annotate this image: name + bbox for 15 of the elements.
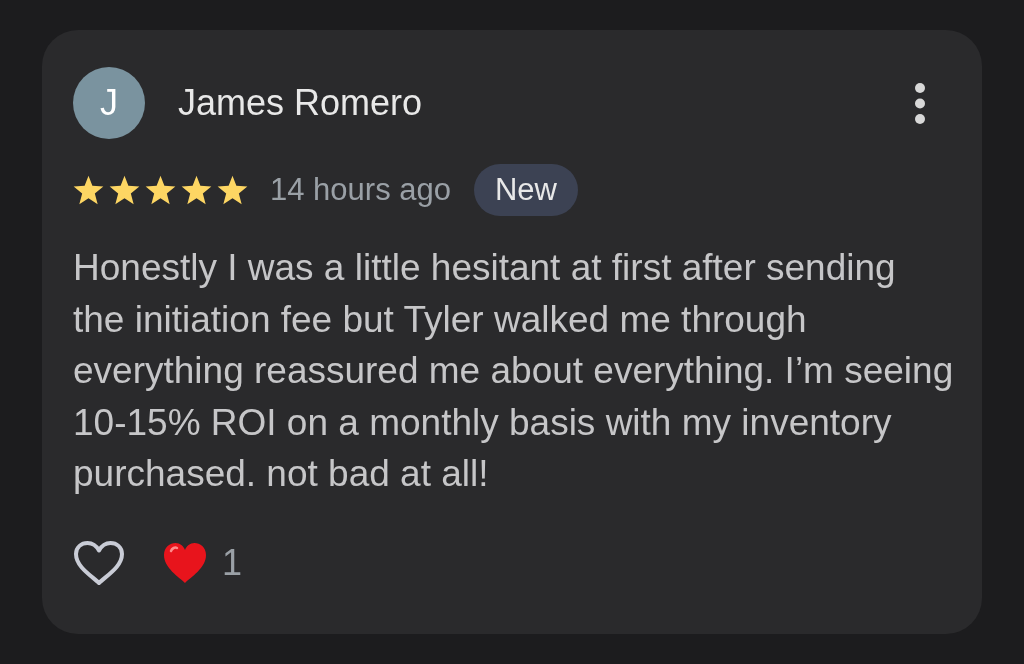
star-icon [217,175,248,205]
like-button[interactable] [73,538,125,587]
star-icon [145,175,176,205]
new-badge: New [474,164,578,216]
author-name: James Romero [178,82,423,124]
avatar: J [73,67,145,139]
review-text: Honestly I was a little hesitant at first after sending the initiation fee but Tyler walked me through everything reassured me about everything. I’m seeing 10-15% ROI on a monthly basis with my inventory purchased. not bad at all! [73,246,955,496]
heart-outline-icon [73,539,125,586]
reaction-count: 1 [222,542,243,583]
heart-icon [163,541,207,584]
more-vertical-icon [915,82,925,124]
star-icon [181,175,212,205]
star-icon [109,175,140,205]
review-time: 14 hours ago [270,172,451,208]
star-icon [73,175,104,205]
